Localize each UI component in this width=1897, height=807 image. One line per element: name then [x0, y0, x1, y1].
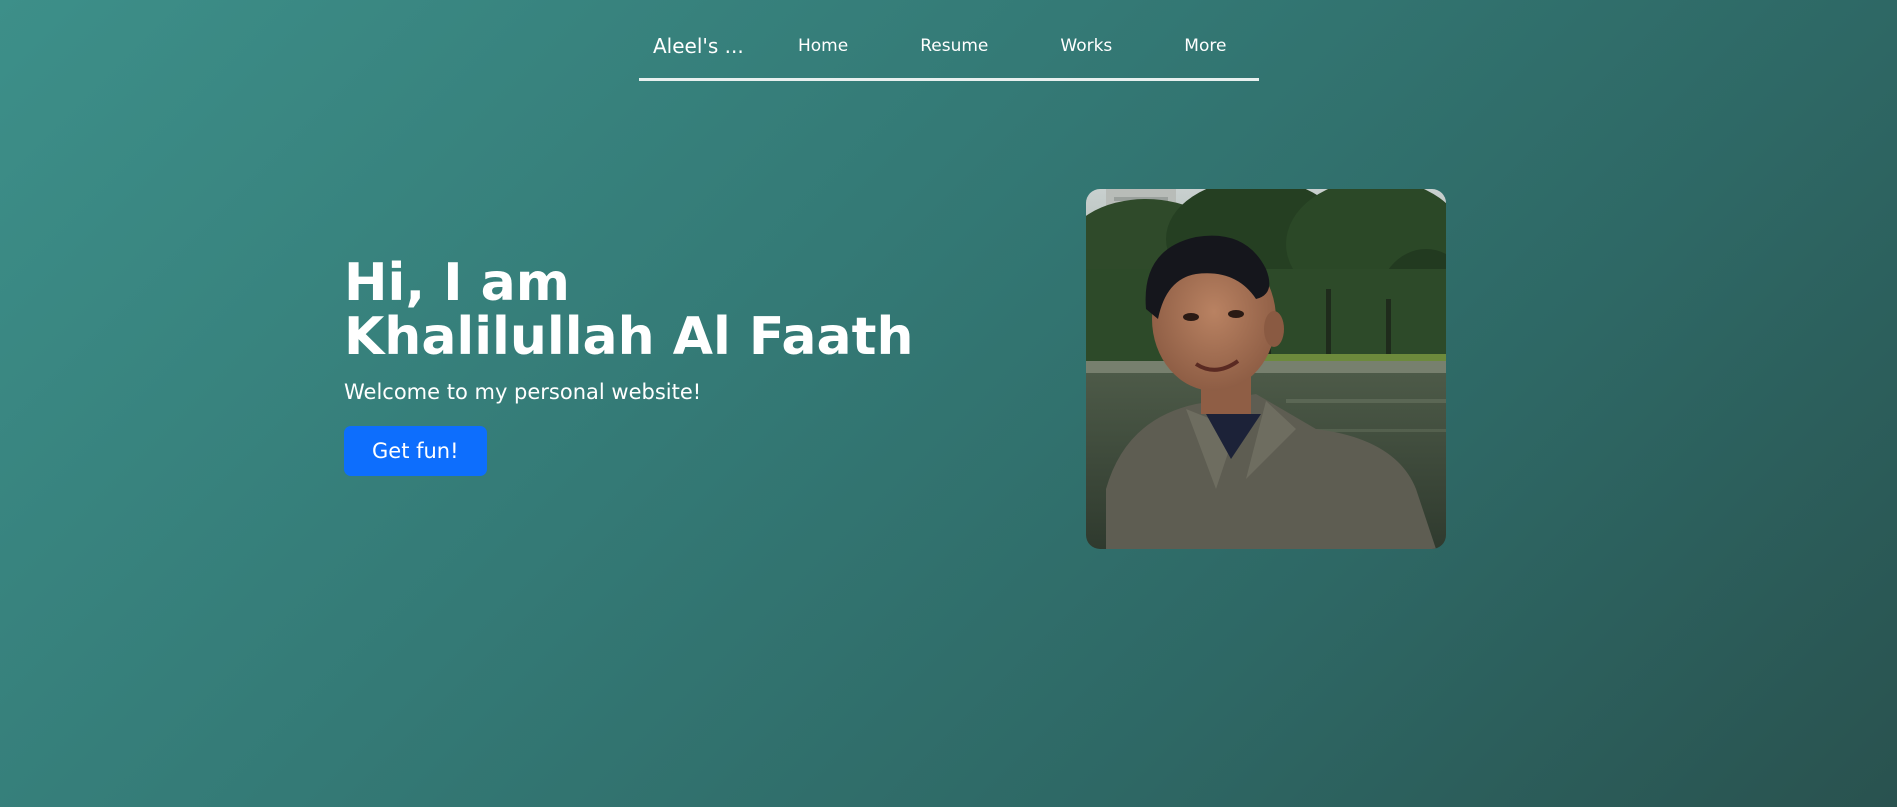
profile-photo [1086, 189, 1446, 549]
brand-link[interactable]: Aleel's ... [653, 34, 773, 58]
nav-links: Home Resume Works More [773, 36, 1226, 56]
nav-link-home[interactable]: Home [798, 36, 848, 56]
hero-title: Hi, I am Khalilullah Al Faath [344, 256, 913, 364]
hero-section: Hi, I am Khalilullah Al Faath Welcome to… [344, 256, 913, 476]
nav-link-more[interactable]: More [1184, 36, 1226, 56]
hero-title-line1: Hi, I am [344, 253, 570, 313]
get-fun-button[interactable]: Get fun! [344, 426, 487, 476]
hero-title-name: Khalilullah Al Faath [344, 307, 914, 367]
nav-link-resume[interactable]: Resume [920, 36, 988, 56]
nav-link-works[interactable]: Works [1060, 36, 1112, 56]
hero-subtitle: Welcome to my personal website! [344, 380, 702, 404]
top-navbar: Aleel's ... Home Resume Works More [639, 22, 1259, 81]
